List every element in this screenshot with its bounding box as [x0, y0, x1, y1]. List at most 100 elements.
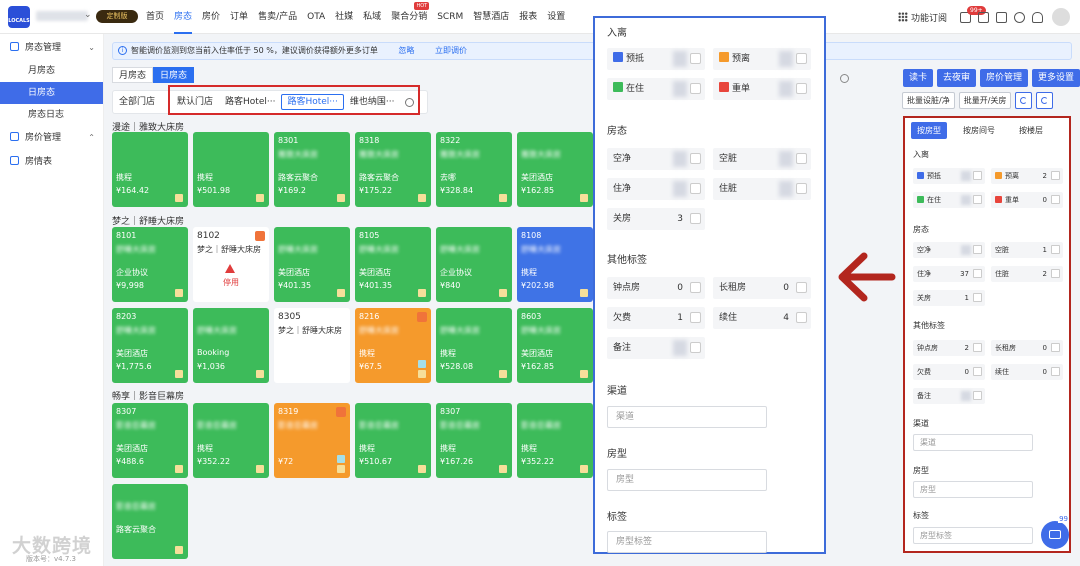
bell-icon[interactable] — [1032, 11, 1043, 23]
option-checkbox[interactable] — [796, 312, 807, 323]
nav-item[interactable]: 报表 — [519, 0, 537, 34]
filter-option[interactable]: 欠费 0 — [913, 364, 985, 380]
nav-item[interactable]: 首页 — [146, 0, 164, 34]
nav-item[interactable]: 订单 — [230, 0, 248, 34]
sidebar-item-month[interactable]: 月房态 — [0, 60, 103, 82]
filter-option[interactable]: 预抵 — [607, 48, 705, 70]
nav-item[interactable]: 售卖/产品 — [258, 0, 297, 34]
filter-option[interactable]: 钟点房 0 — [607, 277, 705, 299]
batch-dirty-clean-button[interactable]: 批量设脏/净 — [902, 92, 955, 109]
option-checkbox[interactable] — [973, 195, 982, 204]
roomtype-select[interactable]: 房型 — [913, 481, 1033, 498]
room-card[interactable]: 8203 舒睡大床房 美团酒店 ¥1,775.6 — [112, 308, 188, 383]
room-card[interactable]: 影音巨幕房 携程 ¥510.67 — [355, 403, 431, 478]
option-checkbox[interactable] — [1051, 195, 1060, 204]
tag-select[interactable]: 房型标签 — [607, 531, 767, 553]
room-card[interactable]: 8319 影音巨幕房 ¥72 — [274, 403, 350, 478]
nav-item[interactable]: 房态 — [174, 0, 193, 34]
room-card[interactable]: 携程 ¥501.98 — [193, 132, 269, 207]
room-card[interactable]: 8307 影音巨幕房 携程 ¥167.26 — [436, 403, 512, 478]
nav-item[interactable]: SCRM — [437, 0, 463, 34]
option-checkbox[interactable] — [973, 391, 982, 400]
room-card[interactable]: 影音巨幕房 路客云聚合 — [112, 484, 188, 559]
option-checkbox[interactable] — [973, 293, 982, 302]
apps-grid-icon[interactable] — [897, 12, 908, 22]
sidebar-item-day[interactable]: 日房态 — [0, 82, 103, 104]
option-checkbox[interactable] — [796, 183, 807, 194]
store-tab-all[interactable]: 全部门店 — [113, 94, 161, 110]
room-card[interactable]: 8322 雅致大床房 去哪 ¥328.84 — [436, 132, 512, 207]
room-card[interactable]: 影音巨幕房 携程 ¥352.22 — [517, 403, 593, 478]
nav-item[interactable]: 聚合分销 — [391, 12, 427, 22]
room-card[interactable]: 舒睡大床房 携程 ¥528.08 — [436, 308, 512, 383]
filter-option[interactable]: 重单 — [713, 78, 811, 100]
filter-option[interactable]: 欠费 1 — [607, 307, 705, 329]
room-card[interactable]: 携程 ¥164.42 — [112, 132, 188, 207]
search-icon[interactable] — [840, 73, 849, 83]
hotel-name-blurred[interactable] — [36, 11, 88, 21]
option-checkbox[interactable] — [973, 269, 982, 278]
night-audit-button[interactable]: 去夜审 — [936, 69, 976, 87]
filter-option[interactable]: 住净 37 — [913, 266, 985, 282]
ignore-link[interactable]: 忽略 — [398, 46, 414, 55]
option-checkbox[interactable] — [973, 171, 982, 180]
room-card[interactable]: 8318 雅致大床房 路客云聚合 ¥175.22 — [355, 132, 431, 207]
option-checkbox[interactable] — [973, 343, 982, 352]
nav-item[interactable]: 设置 — [547, 0, 565, 34]
filter-option[interactable]: 住脏 — [713, 178, 811, 200]
filter-option[interactable]: 空脏 — [713, 148, 811, 170]
nav-item[interactable]: 社媒 — [335, 0, 353, 34]
room-card[interactable]: 舒睡大床房 美团酒店 ¥401.35 — [274, 227, 350, 302]
option-checkbox[interactable] — [796, 153, 807, 164]
avatar[interactable] — [1052, 8, 1070, 26]
room-card[interactable]: 8305 梦之｜舒睡大床房 — [274, 308, 350, 383]
option-checkbox[interactable] — [690, 213, 701, 224]
option-checkbox[interactable] — [690, 153, 701, 164]
tab-month-view[interactable]: 月房态 — [112, 67, 154, 83]
room-card[interactable]: 雅致大床房 美团酒店 ¥162.85 — [517, 132, 593, 207]
room-card[interactable]: 8603 舒睡大床房 美团酒店 ¥162.85 — [517, 308, 593, 383]
sidebar-group-report[interactable]: 房情表 — [0, 150, 103, 174]
option-checkbox[interactable] — [796, 53, 807, 64]
nav-item[interactable]: 房价 — [202, 0, 220, 34]
option-checkbox[interactable] — [690, 342, 701, 353]
filter-option[interactable]: 空脏 1 — [991, 242, 1063, 258]
app-logo[interactable]: LOCALS — [8, 6, 30, 28]
sync-icon[interactable] — [1015, 92, 1033, 109]
edit-icon[interactable] — [996, 11, 1007, 23]
option-checkbox[interactable] — [973, 245, 982, 254]
filter-option[interactable]: 续住 4 — [713, 307, 811, 329]
panel-tab[interactable]: 按房间号 — [957, 122, 1001, 139]
filter-option[interactable]: 备注 — [913, 388, 985, 404]
filter-option[interactable]: 住净 — [607, 178, 705, 200]
panel-tab[interactable]: 按房型 — [911, 122, 947, 139]
read-card-button[interactable]: 读卡 — [902, 69, 933, 87]
sidebar-group-room-status[interactable]: 房态管理 ⌄ — [0, 36, 103, 60]
roomtype-select[interactable]: 房型 — [607, 469, 767, 491]
price-management-button[interactable]: 房价管理 — [979, 69, 1028, 87]
room-card[interactable]: 舒睡大床房 Booking ¥1,036 — [193, 308, 269, 383]
option-checkbox[interactable] — [690, 183, 701, 194]
panel-tab[interactable]: 按楼层 — [1013, 122, 1049, 139]
tab-day-view[interactable]: 日房态 — [153, 67, 195, 83]
message-icon[interactable]: 99+ — [960, 5, 986, 23]
chevron-down-icon[interactable]: ⌄ — [84, 10, 92, 20]
sidebar-item-log[interactable]: 房态日志 — [0, 104, 103, 126]
filter-option[interactable]: 重单 0 — [991, 192, 1063, 208]
filter-option[interactable]: 预抵 — [913, 168, 985, 184]
room-card[interactable]: 8105 舒睡大床房 美团酒店 ¥401.35 — [355, 227, 431, 302]
channel-select[interactable]: 渠道 — [607, 406, 767, 428]
room-card[interactable]: 影音巨幕房 携程 ¥352.22 — [193, 403, 269, 478]
option-checkbox[interactable] — [1051, 269, 1060, 278]
option-checkbox[interactable] — [1051, 171, 1060, 180]
power-icon[interactable] — [1014, 11, 1025, 23]
filter-option[interactable]: 备注 — [607, 337, 705, 359]
nav-item[interactable]: 智慧酒店 — [473, 0, 509, 34]
option-checkbox[interactable] — [690, 312, 701, 323]
room-card[interactable]: 8101 舒睡大床房 企业协议 ¥9,998 — [112, 227, 188, 302]
option-checkbox[interactable] — [796, 83, 807, 94]
qr-icon[interactable] — [978, 11, 989, 23]
filter-option[interactable]: 关房 3 — [607, 208, 705, 230]
option-checkbox[interactable] — [796, 282, 807, 293]
option-checkbox[interactable] — [690, 53, 701, 64]
